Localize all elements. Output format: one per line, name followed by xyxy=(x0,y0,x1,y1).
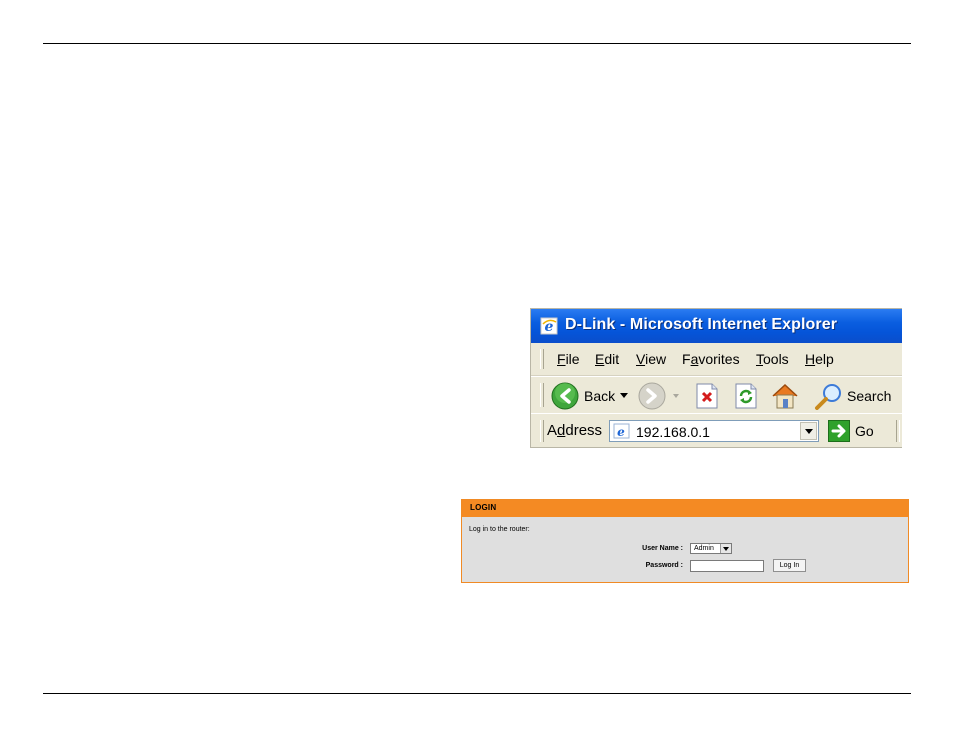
forward-dropdown-icon[interactable] xyxy=(673,394,679,398)
forward-arrow-icon[interactable] xyxy=(638,382,666,410)
username-dropdown-button[interactable] xyxy=(720,544,731,553)
login-intro: Log in to the router: xyxy=(469,526,530,533)
go-arrow-icon[interactable] xyxy=(828,420,850,442)
home-icon[interactable] xyxy=(770,382,800,410)
go-button[interactable]: Go xyxy=(855,423,874,439)
menu-view[interactable]: View xyxy=(636,351,666,367)
address-bar: Address e 192.168.0.1 Go xyxy=(531,413,902,447)
back-arrow-icon[interactable] xyxy=(551,382,579,410)
username-value: Admin xyxy=(694,545,714,552)
browser-window: e D-Link - Microsoft Internet Explorer F… xyxy=(530,308,902,448)
svg-text:e: e xyxy=(617,425,625,439)
menu-bar: File Edit View Favorites Tools Help xyxy=(531,343,902,376)
address-url[interactable]: 192.168.0.1 xyxy=(636,424,710,440)
menu-help[interactable]: Help xyxy=(805,351,834,367)
menu-tools[interactable]: Tools xyxy=(756,351,789,367)
password-label: Password : xyxy=(645,562,683,569)
address-input[interactable]: e 192.168.0.1 xyxy=(609,420,819,442)
address-grip[interactable] xyxy=(540,420,544,442)
back-dropdown-icon[interactable] xyxy=(620,393,628,399)
standard-toolbar: Back Search xyxy=(531,376,902,414)
bottom-rule xyxy=(43,693,911,694)
menu-favorites[interactable]: Favorites xyxy=(682,351,740,367)
username-label: User Name : xyxy=(642,545,683,552)
top-rule xyxy=(43,43,911,44)
login-header: LOGIN xyxy=(462,500,908,517)
stop-icon[interactable] xyxy=(695,383,719,409)
back-label[interactable]: Back xyxy=(584,388,615,404)
login-panel: LOGIN Log in to the router: User Name : … xyxy=(461,499,909,583)
search-magnifier-icon[interactable] xyxy=(814,382,844,410)
search-label[interactable]: Search xyxy=(847,388,891,404)
menu-edit[interactable]: Edit xyxy=(595,351,619,367)
toolbar-grip[interactable] xyxy=(540,383,544,407)
address-bar-separator xyxy=(896,420,900,442)
window-title: D-Link - Microsoft Internet Explorer xyxy=(565,316,838,333)
address-dropdown-button[interactable] xyxy=(800,422,817,440)
address-label: Address xyxy=(547,422,603,439)
password-input[interactable] xyxy=(690,560,764,572)
username-select[interactable]: Admin xyxy=(690,543,732,554)
chevron-down-icon xyxy=(723,547,729,551)
title-bar: e D-Link - Microsoft Internet Explorer xyxy=(531,309,902,343)
ie-logo-icon: e xyxy=(540,317,558,335)
login-button[interactable]: Log In xyxy=(773,559,806,572)
refresh-icon[interactable] xyxy=(734,383,758,409)
address-dropdown-icon xyxy=(805,429,813,434)
page-icon: e xyxy=(613,423,630,439)
login-title: LOGIN xyxy=(470,503,497,512)
menu-bar-grip[interactable] xyxy=(540,349,544,369)
menu-file[interactable]: File xyxy=(557,351,580,367)
